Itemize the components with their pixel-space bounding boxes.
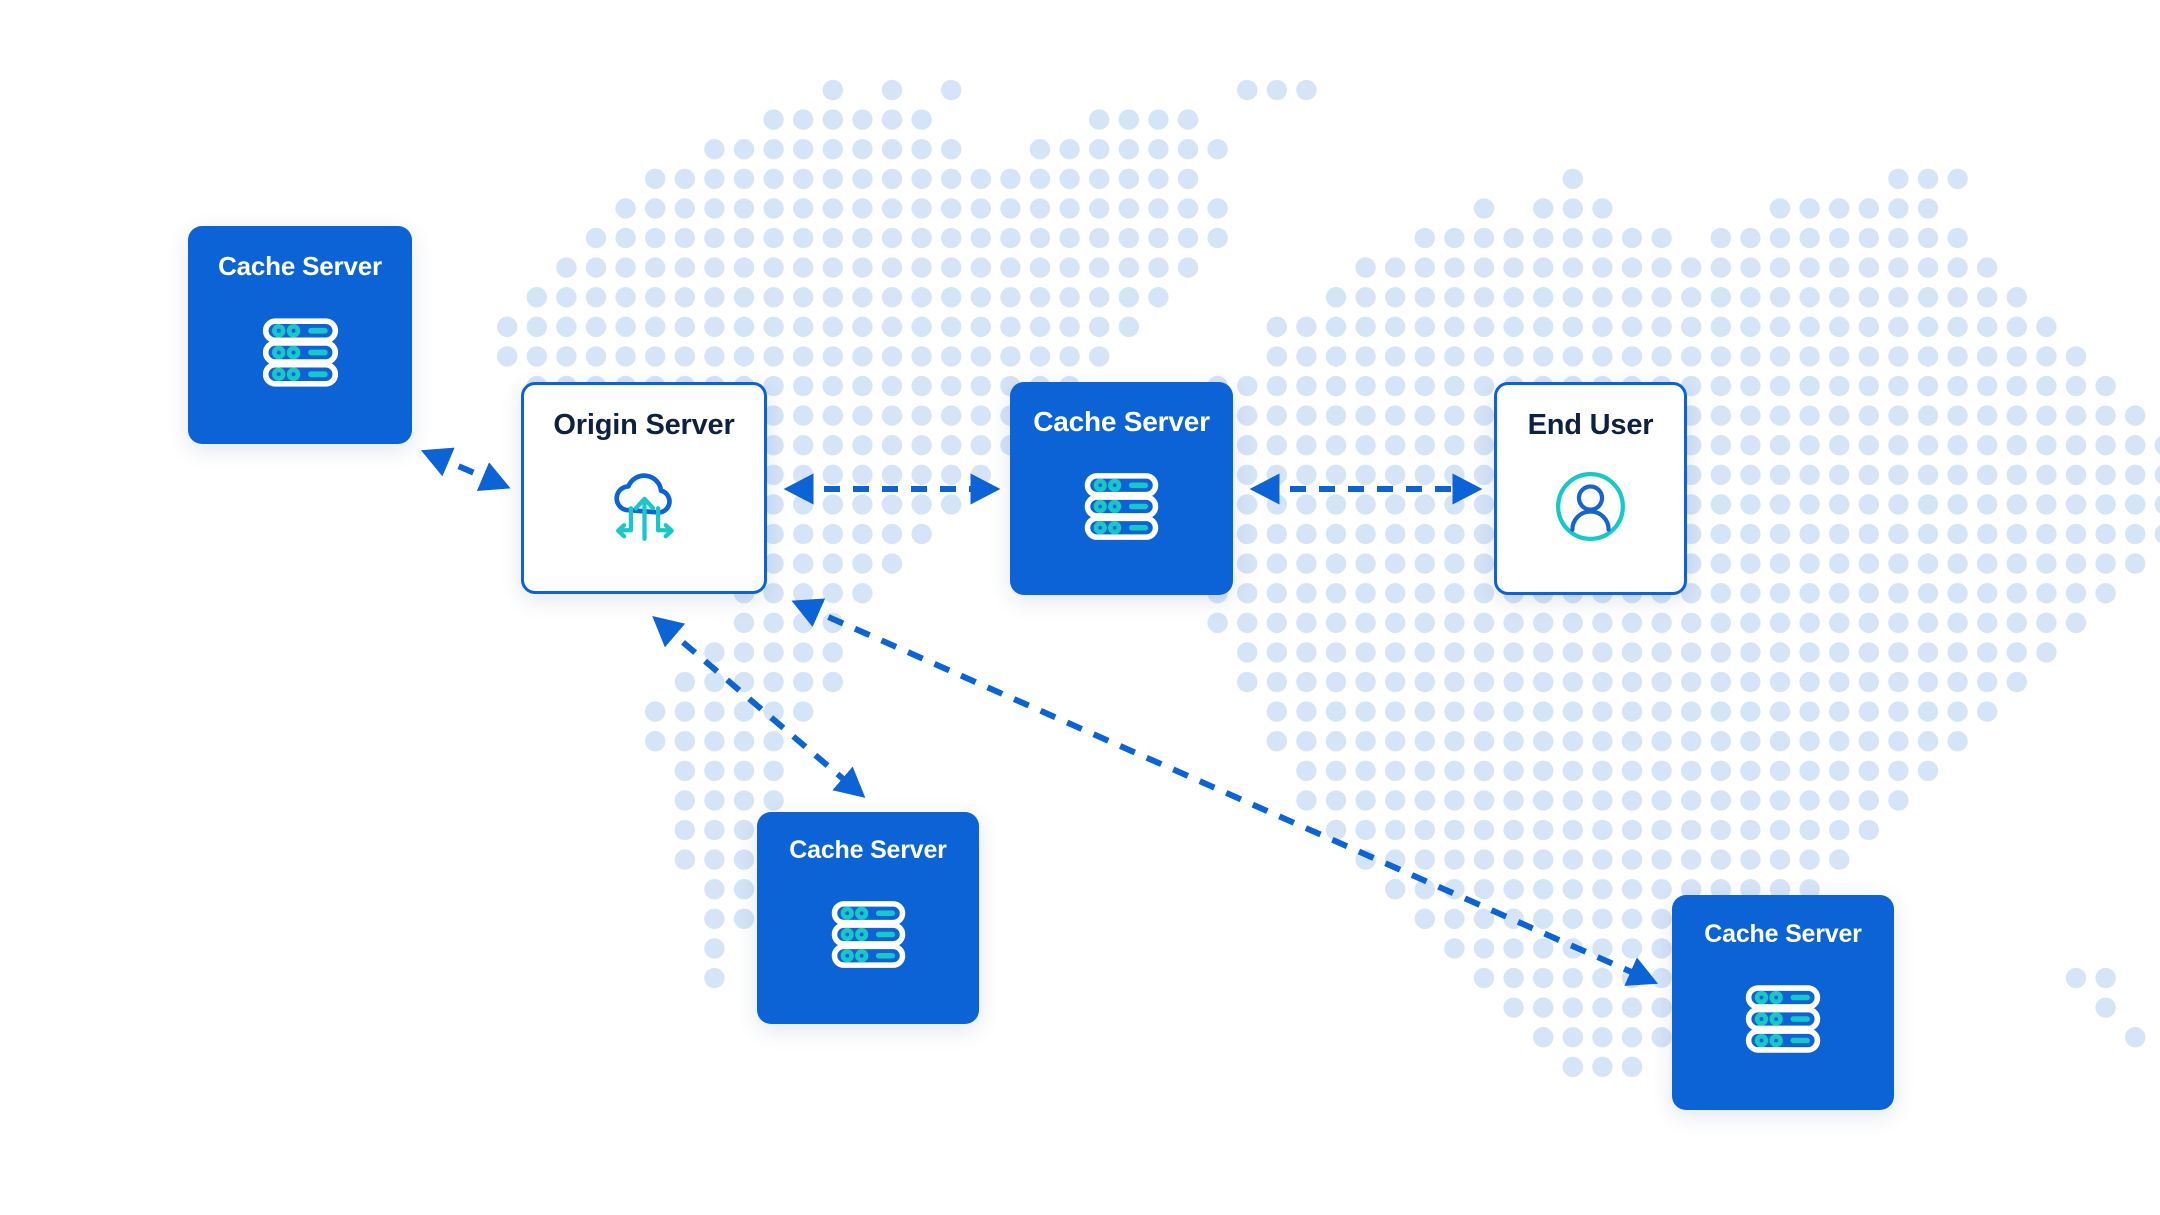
cdn-architecture-diagram: Cache Server Origin Server Cache Server End…	[0, 0, 2160, 1215]
server-stack-icon-wrapper	[1010, 438, 1233, 574]
server-stack-icon	[1084, 472, 1159, 540]
server-stack-icon-wrapper	[188, 282, 412, 422]
user-circle-icon	[1556, 472, 1625, 541]
server-stack-icon-wrapper	[757, 865, 979, 1003]
node-title-cache-server-northwest: Cache Server	[218, 251, 382, 281]
server-stack-icon	[262, 317, 338, 387]
node-title-cache-server-south: Cache Server	[789, 836, 947, 864]
node-title-origin-server: Origin Server	[553, 409, 735, 441]
connection-origin-to-cache-northwest	[420, 447, 511, 491]
user-circle-icon-wrapper	[1497, 442, 1684, 571]
node-title-cache-server-center: Cache Server	[1033, 406, 1210, 437]
server-stack-icon	[1745, 984, 1821, 1053]
node-card-cache-server-southeast[interactable]: Cache Server	[1672, 895, 1894, 1110]
node-card-cache-server-south[interactable]: Cache Server	[757, 812, 979, 1024]
node-title-cache-server-southeast: Cache Server	[1704, 920, 1862, 948]
server-stack-icon-wrapper	[1672, 949, 1894, 1088]
node-card-cache-server-northwest[interactable]: Cache Server	[188, 226, 412, 444]
connection-origin-to-cache-south	[652, 616, 866, 798]
cloud-upload-distribute-icon	[613, 472, 674, 542]
node-card-cache-server-center[interactable]: Cache Server	[1010, 382, 1233, 595]
server-stack-icon	[831, 900, 905, 968]
node-card-end-user[interactable]: End User	[1494, 382, 1687, 595]
cloud-upload-distribute-icon-wrapper	[524, 442, 764, 570]
node-title-end-user: End User	[1527, 409, 1654, 441]
node-card-origin-server[interactable]: Origin Server	[521, 382, 767, 594]
